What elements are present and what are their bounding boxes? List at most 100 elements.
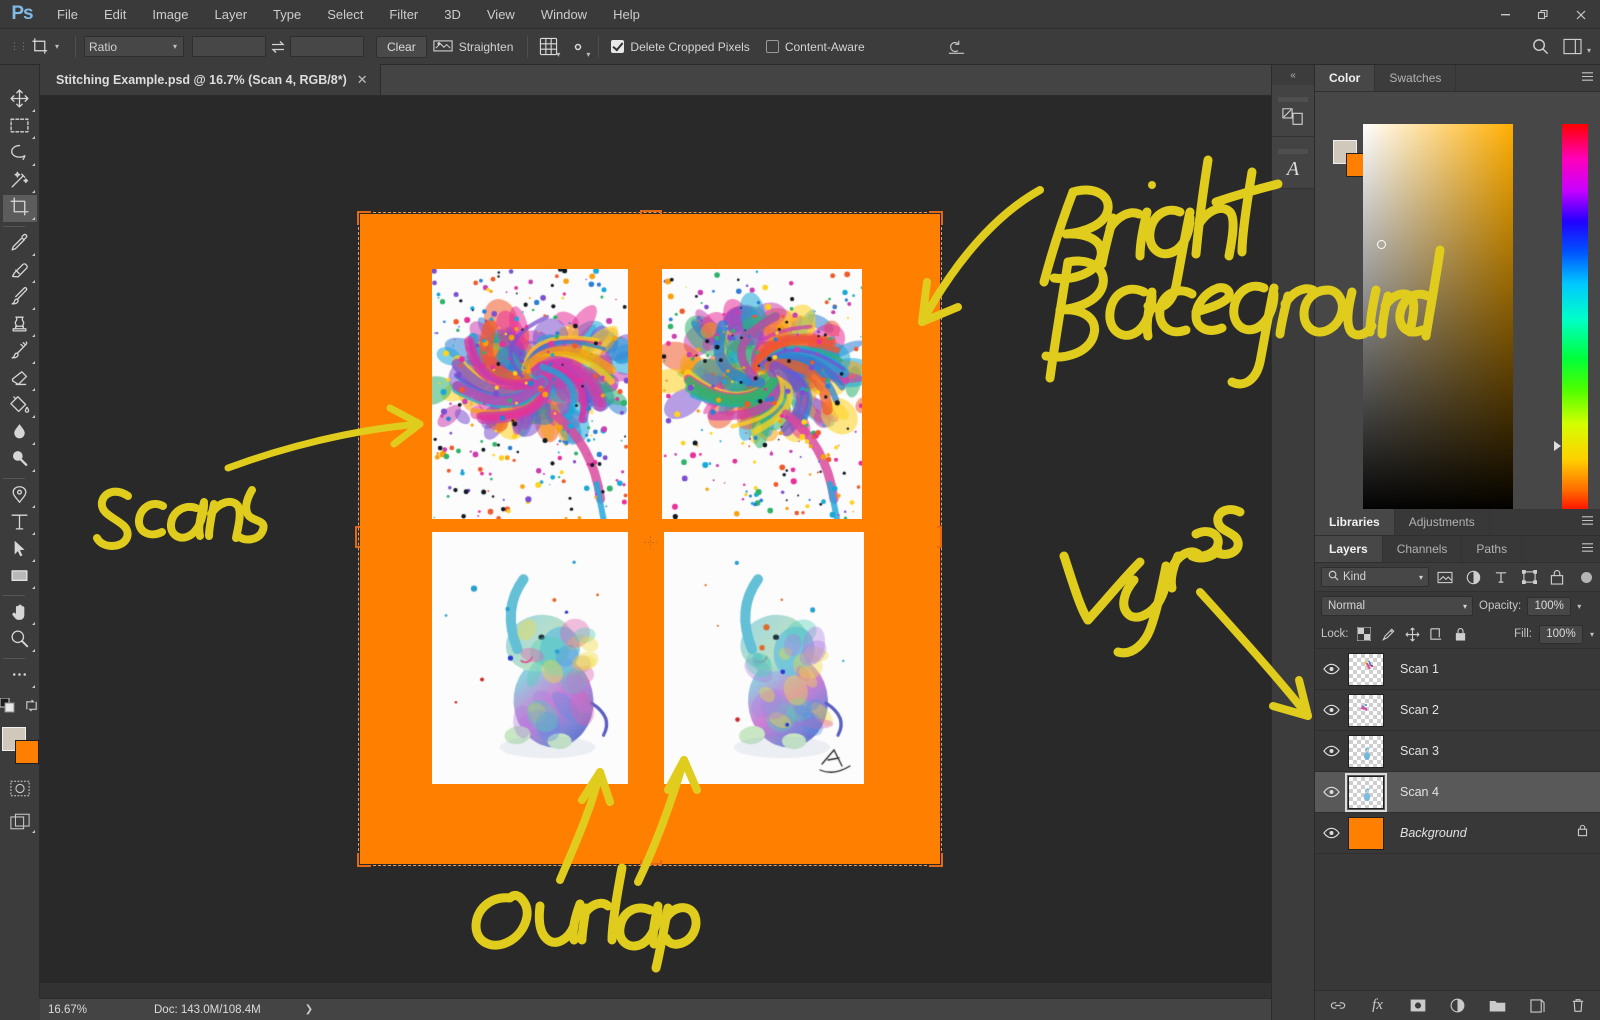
lock-artboard-nesting-icon[interactable] (1428, 626, 1445, 643)
swap-arrows-icon[interactable] (266, 35, 290, 59)
menu-item-window[interactable]: Window (528, 0, 600, 29)
crop-handle-bottom-right[interactable] (929, 853, 943, 867)
menu-item-edit[interactable]: Edit (91, 0, 139, 29)
layer-visibility-toggle[interactable] (1315, 704, 1348, 716)
color-panel[interactable] (1315, 92, 1600, 514)
grid-overlay-icon[interactable]: ▾ (536, 35, 560, 59)
layer-filter-kind-select[interactable]: Kind ▾ (1321, 567, 1429, 587)
screen-mode-icon[interactable] (3, 808, 37, 835)
chevron-down-icon[interactable]: ▾ (1590, 630, 1594, 639)
background-color-swatch[interactable] (14, 740, 39, 764)
search-icon[interactable] (1528, 35, 1552, 59)
document-tab[interactable]: Stitching Example.psd @ 16.7% (Scan 4, R… (40, 64, 381, 95)
scan-1-splash[interactable] (432, 269, 628, 519)
panel-menu-icon[interactable] (1581, 515, 1594, 529)
close-button[interactable] (1562, 0, 1600, 29)
delete-layer-button[interactable] (1568, 996, 1588, 1016)
zoom-level-input[interactable]: 16.67% (40, 999, 108, 1020)
canvas-area[interactable] (40, 96, 1271, 983)
crop-handle-bottom[interactable] (640, 860, 662, 865)
chevron-down-icon[interactable]: ▾ (1577, 602, 1581, 611)
filter-shape-layers-icon[interactable] (1517, 567, 1541, 587)
chevron-right-icon[interactable]: ❯ (261, 1004, 313, 1015)
history-brush-tool[interactable] (3, 339, 37, 366)
new-layer-button[interactable] (1528, 996, 1548, 1016)
menu-item-file[interactable]: File (44, 0, 91, 29)
zoom-tool[interactable] (3, 627, 37, 654)
layer-thumbnail[interactable] (1348, 734, 1384, 768)
tab-swatches[interactable]: Swatches (1375, 65, 1457, 91)
layer-row-scan-3[interactable]: Scan 3 (1315, 731, 1600, 772)
filter-smart-objects-icon[interactable] (1545, 567, 1569, 587)
swap-colors-icon[interactable] (24, 698, 39, 717)
quick-selection-tool[interactable] (3, 168, 37, 195)
tab-adjustments[interactable]: Adjustments (1394, 509, 1490, 535)
menu-item-3d[interactable]: 3D (431, 0, 474, 29)
edit-toolbar[interactable] (3, 663, 37, 690)
lock-all-icon[interactable] (1452, 626, 1469, 643)
panel-menu-icon[interactable] (1581, 71, 1594, 85)
default-colors-icon[interactable] (0, 697, 16, 717)
new-group-button[interactable] (1488, 996, 1508, 1016)
reset-arrow-icon[interactable] (944, 35, 968, 59)
close-icon[interactable]: ✕ (357, 72, 368, 88)
minimize-button[interactable] (1486, 0, 1524, 29)
crop-handle-left[interactable] (355, 526, 360, 548)
layer-style-button[interactable]: fx (1368, 996, 1388, 1016)
color-picker-marker[interactable] (1377, 240, 1386, 249)
tab-layers[interactable]: Layers (1315, 536, 1383, 562)
crop-height-input[interactable] (290, 36, 365, 57)
rectangle-tool[interactable] (3, 564, 37, 591)
crop-tool[interactable] (2, 195, 37, 222)
tab-libraries[interactable]: Libraries (1315, 509, 1395, 535)
tool-preset-picker[interactable]: ▾ (20, 35, 67, 59)
tab-channels[interactable]: Channels (1382, 536, 1463, 562)
double-chevron-left-icon[interactable]: « (1272, 65, 1314, 85)
menu-item-help[interactable]: Help (600, 0, 653, 29)
lock-image-pixels-icon[interactable] (1380, 626, 1397, 643)
lock-position-icon[interactable] (1404, 626, 1421, 643)
menu-item-image[interactable]: Image (139, 0, 201, 29)
add-layer-mask-button[interactable] (1408, 996, 1428, 1016)
crop-handle-top-right[interactable] (929, 211, 943, 225)
crop-handle-top[interactable] (640, 210, 662, 215)
gradient-tool[interactable] (3, 393, 37, 420)
crop-handle-top-left[interactable] (357, 211, 371, 225)
eraser-tool[interactable] (3, 366, 37, 393)
hue-slider-icon[interactable] (1562, 124, 1588, 514)
tab-paths[interactable]: Paths (1462, 536, 1523, 562)
scan-3-elephant[interactable] (432, 532, 628, 784)
dodge-tool[interactable] (3, 447, 37, 474)
spot-healing-brush-tool[interactable] (3, 258, 37, 285)
layer-visibility-toggle[interactable] (1315, 786, 1348, 798)
clone-stamp-tool[interactable] (3, 312, 37, 339)
menu-item-filter[interactable]: Filter (376, 0, 431, 29)
filter-type-layers-icon[interactable] (1489, 567, 1513, 587)
hue-slider-thumb[interactable] (1554, 441, 1561, 451)
scan-2-splash[interactable] (662, 269, 862, 519)
rail-button-patterns[interactable] (1272, 85, 1314, 137)
lock-transparent-pixels-icon[interactable] (1356, 626, 1373, 643)
blend-mode-select[interactable]: Normal ▾ (1321, 596, 1473, 616)
layer-row-scan-4[interactable]: Scan 4 (1315, 772, 1600, 813)
menu-item-select[interactable]: Select (314, 0, 376, 29)
panel-menu-icon[interactable] (1581, 542, 1594, 556)
menu-item-layer[interactable]: Layer (202, 0, 261, 29)
color-chips[interactable] (1, 727, 39, 764)
workspace-switcher-icon[interactable]: ▾ (1560, 35, 1591, 59)
menu-item-view[interactable]: View (474, 0, 528, 29)
new-fill-adjustment-button[interactable] (1448, 996, 1468, 1016)
blur-tool[interactable] (3, 420, 37, 447)
eyedropper-tool[interactable] (3, 231, 37, 258)
layer-row-scan-1[interactable]: Scan 1 (1315, 649, 1600, 690)
path-selection-tool[interactable] (3, 537, 37, 564)
layer-visibility-toggle[interactable] (1315, 745, 1348, 757)
maximize-button[interactable] (1524, 0, 1562, 29)
layer-thumbnail[interactable] (1348, 816, 1384, 850)
filter-adjustment-layers-icon[interactable] (1461, 567, 1485, 587)
tab-color[interactable]: Color (1315, 65, 1376, 91)
hand-tool[interactable] (3, 600, 37, 627)
crop-width-input[interactable] (192, 36, 267, 57)
content-aware-checkbox[interactable]: Content-Aware (762, 40, 869, 54)
color-field[interactable] (1363, 124, 1513, 514)
